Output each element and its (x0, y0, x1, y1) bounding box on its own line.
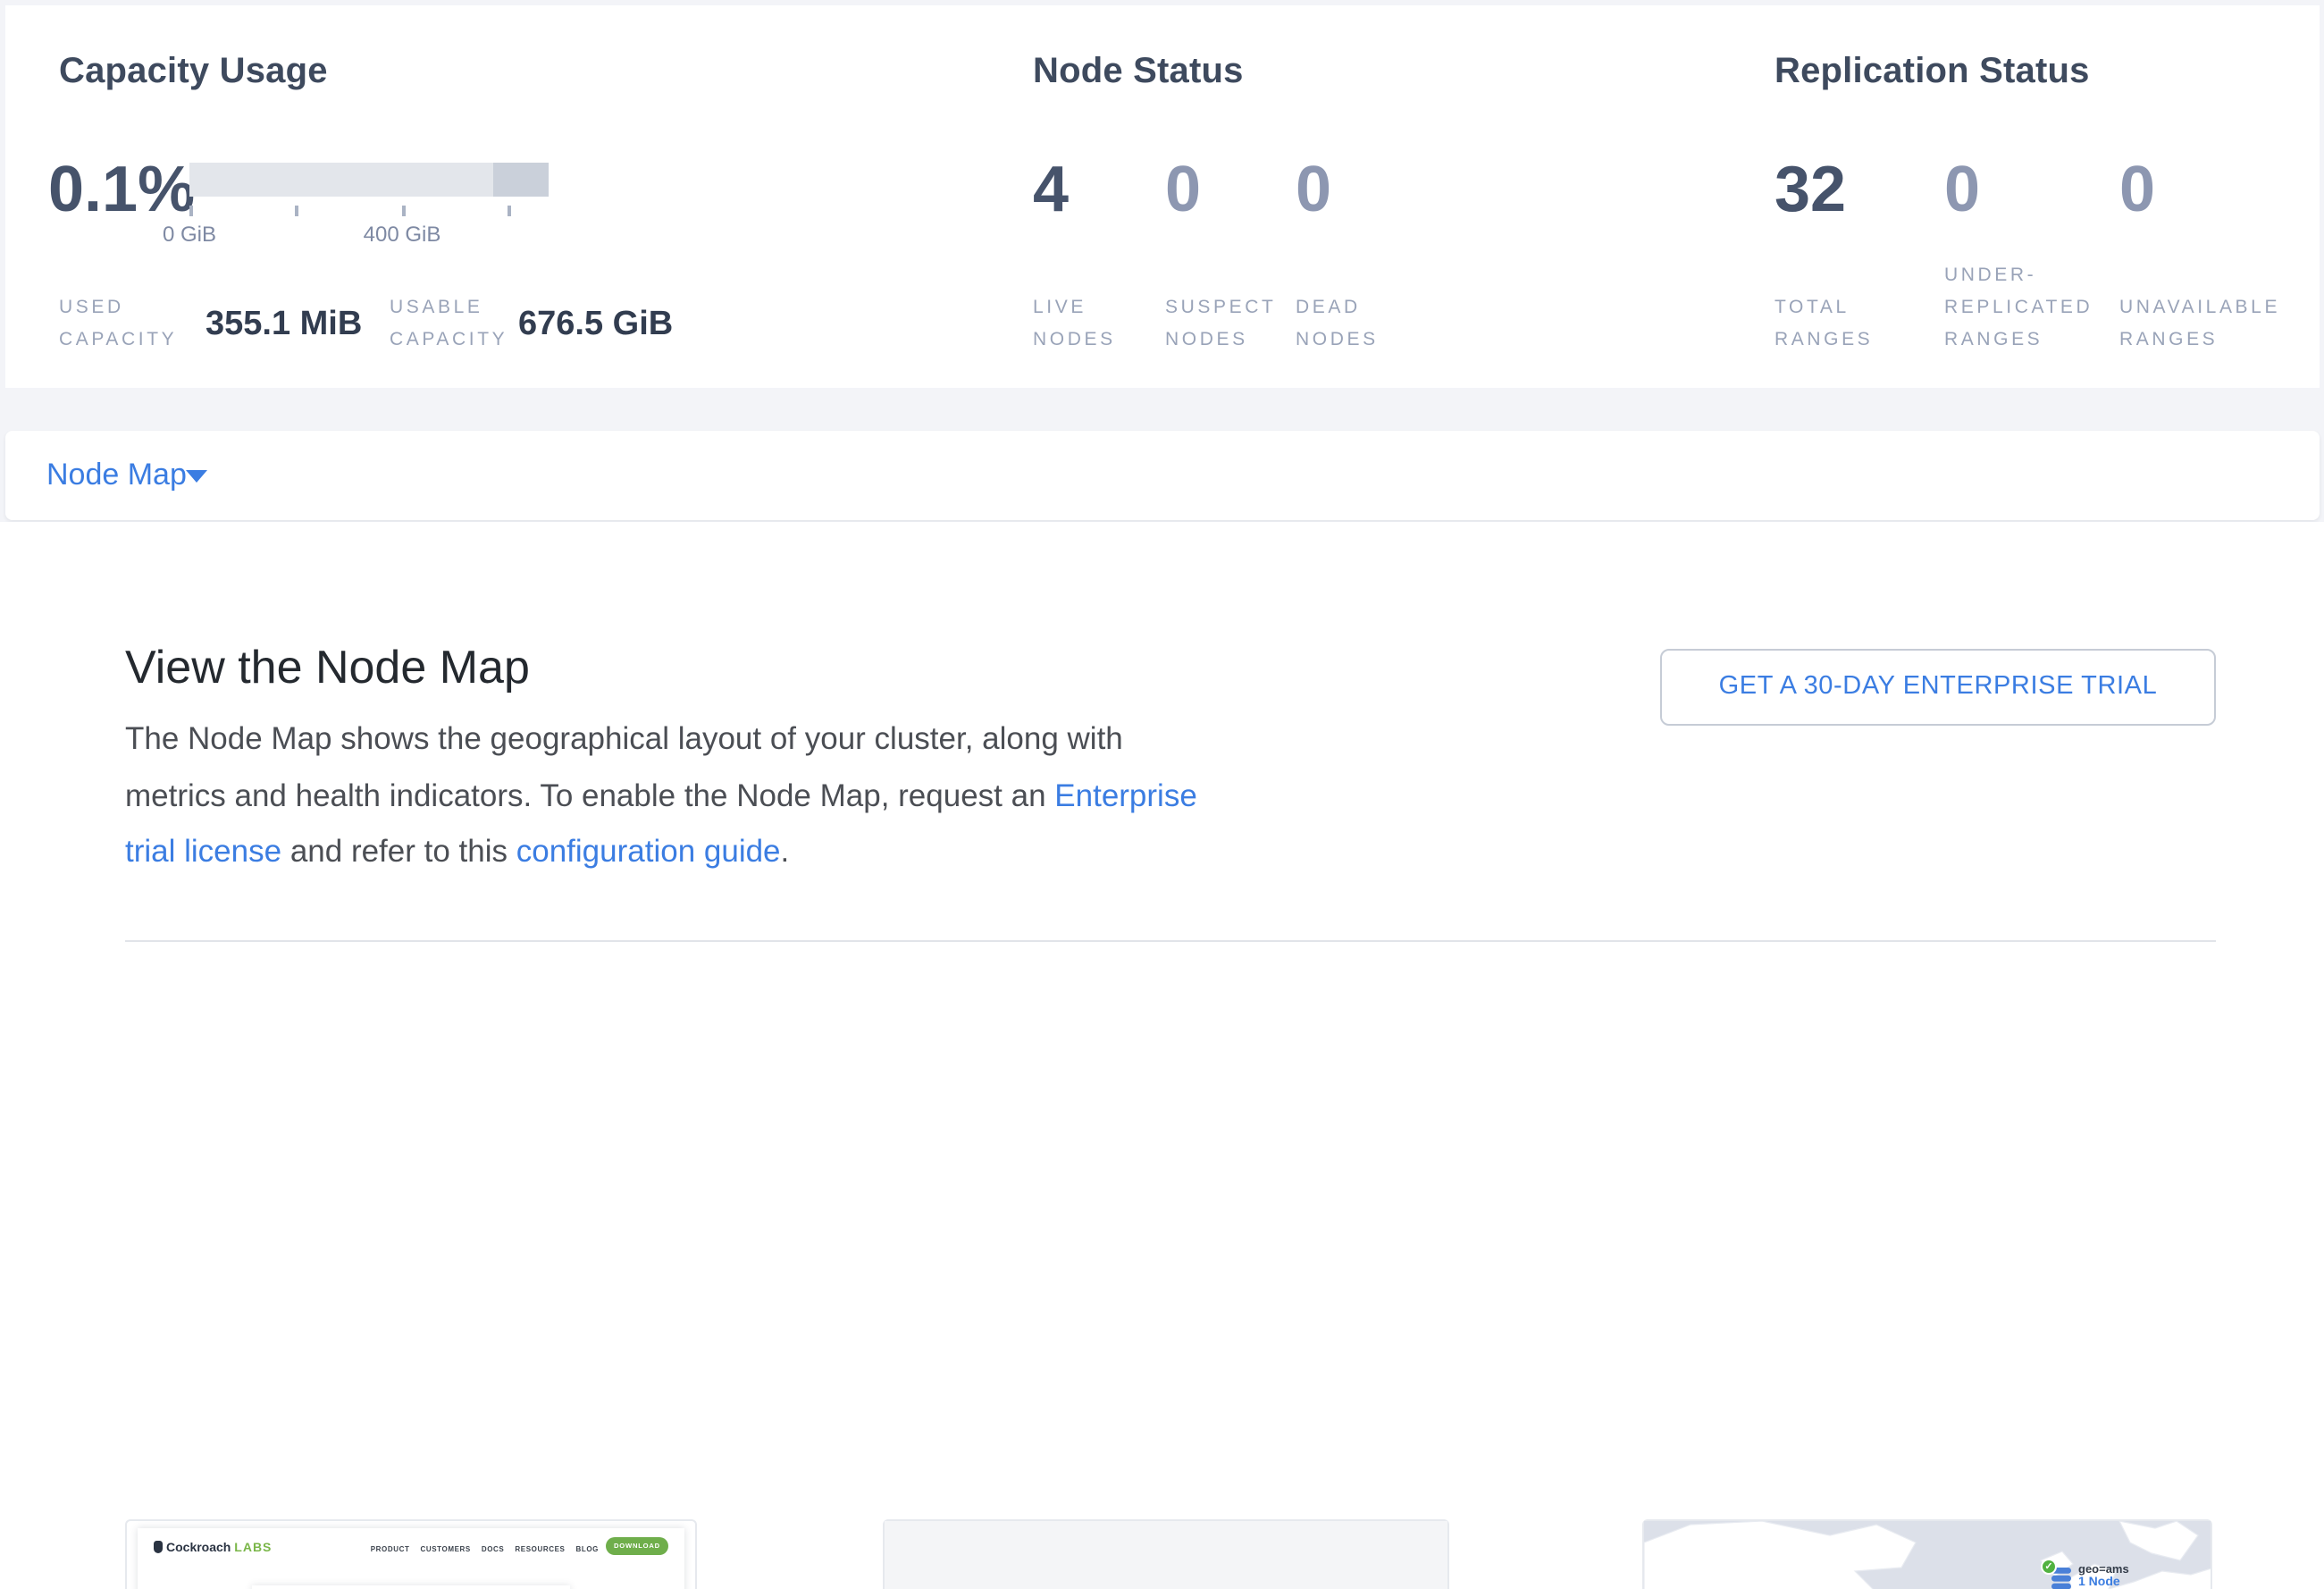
capacity-usage-bar (189, 163, 493, 197)
step2-card: > SET CLUSTER SETTING CLUSTER.ORGANIZATI… (883, 1519, 1449, 1589)
live-nodes-label: LIVENODES (1033, 291, 1116, 356)
usable-capacity-label: USABLECAPACITY (390, 291, 508, 356)
under-replicated-ranges-label: UNDER-REPLICATEDRANGES (1944, 259, 2093, 356)
node-map-preview: 1 geo=sfo 2 Nodes 9% (1644, 1521, 2211, 1589)
suspect-nodes-value: 0 (1165, 152, 1201, 227)
node-count: 1 Node (2078, 1576, 2129, 1589)
cockroach-labs-logo: Cockroach LABS (154, 1541, 272, 1555)
trial-license-form: Register for a 30-day trial license FIRS… (252, 1585, 570, 1589)
website-nav: PRODUCTCUSTOMERSDOCSRESOURCESBLOG (360, 1544, 599, 1553)
get-enterprise-trial-button[interactable]: GET A 30-DAY ENTERPRISE TRIAL (1660, 649, 2216, 726)
used-capacity-label: USEDCAPACITY (59, 291, 177, 356)
trial-form-screenshot: Cockroach LABS PRODUCTCUSTOMERSDOCSRESOU… (127, 1521, 695, 1589)
enterprise-trial-license-link[interactable]: trial license (125, 833, 281, 869)
axis-tick (295, 206, 298, 216)
cluster-summary-panel: Capacity Usage 0.1% 0 GiB 400 GiB USEDCA… (5, 5, 2319, 388)
cockroach-website-mockup: Cockroach LABS PRODUCTCUSTOMERSDOCSRESOU… (138, 1528, 684, 1589)
unavailable-ranges-value: 0 (2119, 152, 2155, 227)
capacity-usage-percent: 0.1% (48, 152, 195, 227)
node-map-placeholder-section: View the Node Map The Node Map shows the… (0, 522, 2324, 1589)
replication-status-title: Replication Status (1774, 52, 2090, 93)
axis-tick-label: 0 GiB (136, 222, 243, 247)
view-selector-bar: Node Map (5, 431, 2319, 520)
download-button: DOWNLOAD (606, 1537, 668, 1555)
axis-tick (402, 206, 405, 216)
unavailable-ranges-label: UNAVAILABLERANGES (2119, 291, 2280, 356)
total-ranges-value: 32 (1774, 152, 1846, 227)
dead-nodes-value: 0 (1296, 152, 1331, 227)
map-node-ams: ✓ geo=ams 1 Node 10% (2051, 1564, 2202, 1589)
axis-tick (189, 206, 192, 216)
live-nodes-value: 4 (1033, 152, 1069, 227)
database-icon: ✓ (2051, 1568, 2071, 1589)
cockroach-icon (154, 1541, 163, 1553)
section-description: The Node Map shows the geographical layo… (125, 711, 1197, 880)
total-ranges-label: TOTALRANGES (1774, 291, 1873, 356)
node-map-dropdown[interactable]: Node Map (46, 458, 187, 493)
step1-card: Cockroach LABS PRODUCTCUSTOMERSDOCSRESOU… (125, 1519, 697, 1589)
axis-tick-label: 400 GiB (348, 222, 456, 247)
capacity-usage-bar-segment (493, 163, 549, 197)
usable-capacity-value: 676.5 GiB (518, 306, 673, 345)
healthy-badge-icon: ✓ (2041, 1559, 2057, 1575)
sql-commands-panel: > SET CLUSTER SETTING CLUSTER.ORGANIZATI… (885, 1521, 1447, 1589)
section-divider (125, 940, 2216, 942)
chevron-down-icon[interactable] (186, 470, 207, 483)
step3-card: 1 geo=sfo 2 Nodes 9% (1642, 1519, 2212, 1589)
under-replicated-ranges-value: 0 (1944, 152, 1980, 227)
axis-tick (508, 206, 510, 216)
node-map-dashboard: Capacity Usage 0.1% 0 GiB 400 GiB USEDCA… (0, 0, 2324, 1589)
enterprise-trial-license-link[interactable]: Enterprise (1054, 777, 1197, 812)
configuration-guide-link[interactable]: configuration guide (516, 833, 781, 869)
used-capacity-value: 355.1 MiB (206, 306, 362, 345)
suspect-nodes-label: SUSPECTNODES (1165, 291, 1276, 356)
node-status-title: Node Status (1033, 52, 1244, 93)
capacity-usage-title: Capacity Usage (59, 52, 328, 93)
locality-name: geo=ams (2078, 1564, 2129, 1576)
section-title: View the Node Map (125, 640, 530, 695)
dead-nodes-label: DEADNODES (1296, 291, 1379, 356)
